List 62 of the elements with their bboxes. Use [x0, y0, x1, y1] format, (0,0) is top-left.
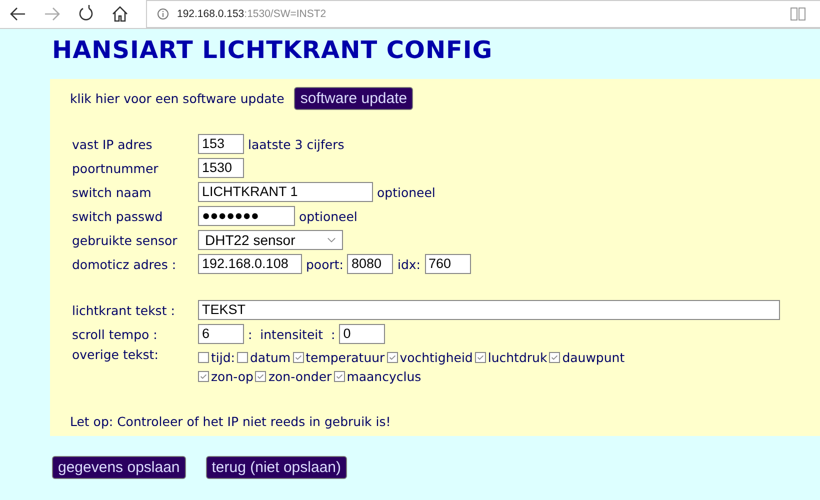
checkbox-label: maancyclus	[346, 369, 422, 384]
checkbox[interactable]	[474, 352, 486, 363]
checkbox[interactable]	[386, 352, 398, 363]
field-label: overige tekst:	[71, 347, 160, 362]
checkbox[interactable]	[198, 352, 209, 363]
checkbox-label: dauwpunt	[562, 350, 625, 365]
update-text: klik hier voor een software update	[70, 90, 284, 106]
field-label: gebruikte sensor	[71, 232, 178, 248]
checkbox[interactable]	[255, 371, 266, 382]
form-button[interactable]: gegevens opslaan	[52, 456, 186, 479]
input-field[interactable]: 1530	[198, 158, 244, 178]
checkbox[interactable]	[198, 371, 209, 382]
input-field[interactable]: 6	[198, 324, 244, 344]
field-label: switch passwd	[71, 208, 164, 224]
field-hint: laatste 3 cijfers	[248, 136, 344, 152]
checkmark-icon	[388, 353, 397, 362]
checkmark-icon	[476, 353, 485, 362]
checkbox-label: datum	[250, 350, 291, 365]
form-button[interactable]: terug (niet opslaan)	[206, 456, 348, 479]
chevron-icon	[327, 237, 336, 243]
reading-view-icon[interactable]	[790, 7, 806, 21]
checkmark-icon	[334, 372, 344, 381]
field-hint: poort:	[306, 256, 344, 272]
field-hint: : intensiteit :	[248, 326, 336, 342]
field-label: scroll tempo :	[71, 326, 158, 342]
sensor-dropdown[interactable]: DHT22 sensor	[198, 230, 343, 250]
checkbox-label: vochtigheid	[400, 350, 473, 365]
field-label: lichtkrant tekst :	[71, 302, 176, 318]
checkbox[interactable]	[549, 352, 560, 363]
checkbox[interactable]	[292, 352, 304, 363]
input-field[interactable]: TEKST	[198, 300, 780, 320]
field-hint: idx:	[397, 256, 421, 272]
input-field[interactable]: 153	[198, 134, 244, 154]
warning-text: Let op: Controleer of het IP niet reeds in gebruik is!	[70, 414, 392, 429]
checkmark-icon	[550, 353, 560, 362]
input-field[interactable]: 8080	[347, 254, 394, 274]
checkbox[interactable]	[334, 371, 345, 382]
field-label: switch naam	[71, 184, 152, 200]
field-hint: optioneel	[299, 208, 358, 224]
checkmark-icon	[199, 372, 208, 381]
address-bar[interactable]: 192.168.0.153:1530/SW=INST2	[146, 0, 820, 28]
input-field[interactable]: ●●●●●●●	[198, 206, 295, 226]
field-hint: optioneel	[377, 184, 436, 200]
checkbox[interactable]	[237, 352, 248, 363]
checkbox-label: temperatuur	[306, 350, 385, 365]
checkbox-label: zon-op	[211, 369, 254, 384]
page-title: HANSIART LICHTKRANT CONFIG	[52, 35, 494, 66]
input-field[interactable]: 192.168.0.108	[198, 254, 302, 274]
checkbox-label: luchtdruk	[488, 350, 548, 365]
software-update-button[interactable]: software update	[294, 86, 414, 110]
checkmark-icon	[294, 353, 303, 362]
field-label: vast IP adres	[71, 136, 154, 152]
checkbox-label: zon-onder	[268, 369, 332, 384]
input-field[interactable]: 0	[339, 324, 386, 344]
field-label: poortnummer	[71, 160, 160, 176]
input-field[interactable]: 760	[424, 254, 471, 274]
field-label: domoticz adres :	[71, 256, 178, 272]
home-icon[interactable]	[110, 4, 130, 24]
checkbox-label: tijd:	[211, 350, 235, 365]
input-field[interactable]: LICHTKRANT 1	[198, 182, 373, 202]
info-icon	[157, 8, 169, 20]
checkmark-icon	[256, 372, 266, 381]
